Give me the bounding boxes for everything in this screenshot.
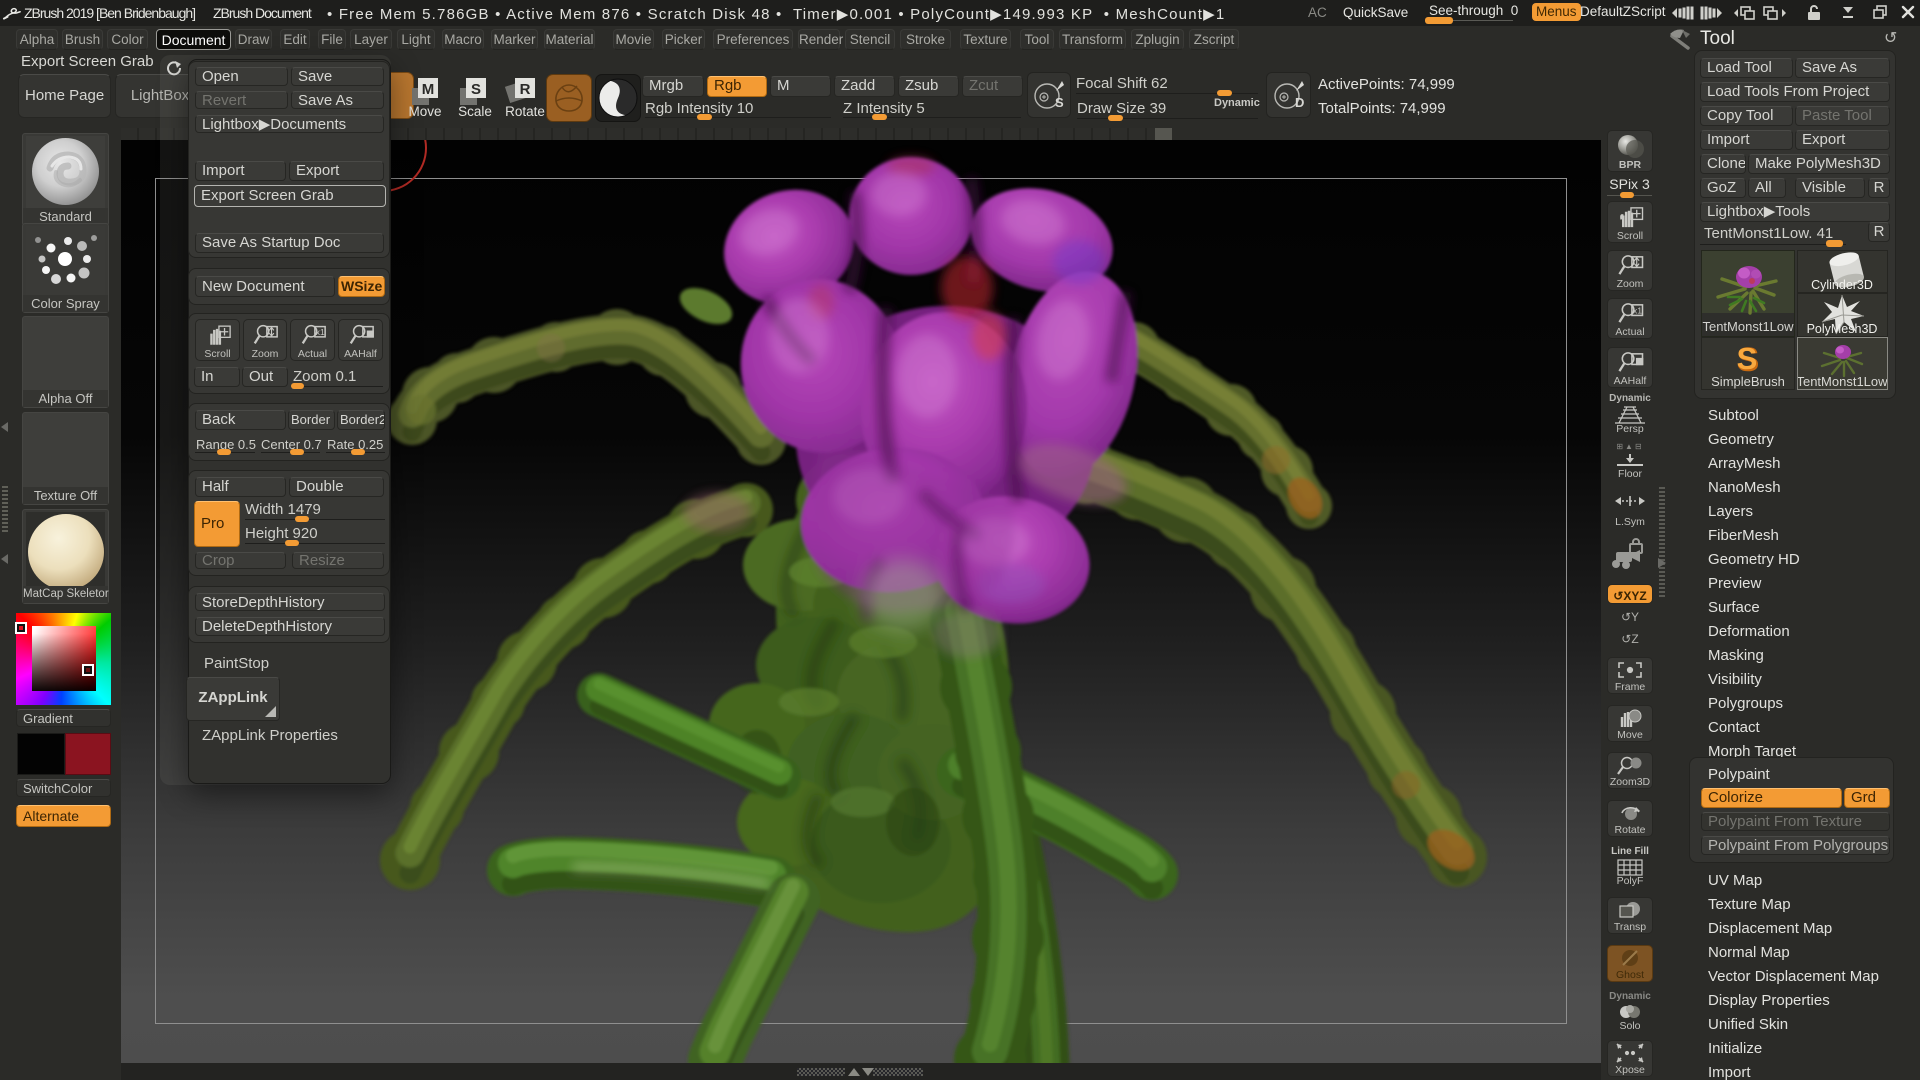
svg-text:S: S bbox=[471, 81, 481, 98]
svg-text:x1: x1 bbox=[315, 327, 324, 337]
svg-text:TentMonst1Low: TentMonst1Low bbox=[1798, 374, 1887, 389]
svg-text:Cylinder3D: Cylinder3D bbox=[1811, 278, 1873, 292]
svg-text:D: D bbox=[1295, 95, 1304, 110]
svg-text:R: R bbox=[520, 81, 531, 98]
svg-text:TentMonst1Low: TentMonst1Low bbox=[1702, 319, 1794, 334]
svg-text:PolyMesh3D: PolyMesh3D bbox=[1807, 322, 1878, 336]
svg-text:Scale: Scale bbox=[458, 104, 492, 118]
svg-text:Rotate: Rotate bbox=[505, 104, 545, 118]
svg-text:S: S bbox=[1737, 341, 1758, 376]
svg-text:SimpleBrush: SimpleBrush bbox=[1711, 374, 1785, 389]
svg-text:M: M bbox=[422, 81, 435, 98]
svg-text:S: S bbox=[1055, 95, 1064, 110]
svg-text:Move: Move bbox=[408, 104, 441, 118]
svg-text:x1: x1 bbox=[1633, 306, 1642, 316]
